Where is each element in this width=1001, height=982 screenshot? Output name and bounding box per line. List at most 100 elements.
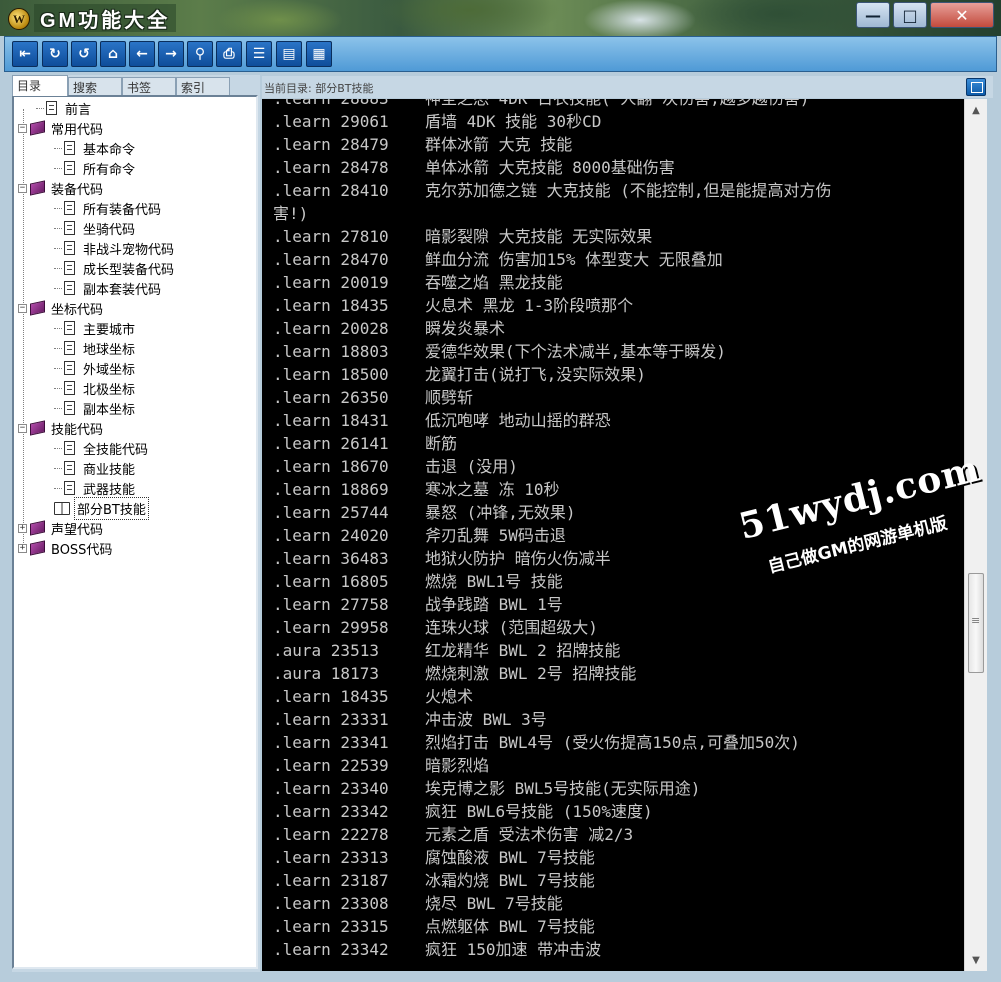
tree-branch-line — [54, 407, 62, 409]
tree-branch-line — [54, 347, 62, 349]
scroll-down-arrow-icon[interactable]: ▼ — [965, 951, 987, 969]
command-description: 斧刃乱舞 5W码击退 — [425, 526, 566, 545]
tree-item[interactable]: + 声望代码 — [18, 518, 105, 538]
tree-item-label: 前言 — [65, 102, 92, 118]
page-icon — [64, 441, 75, 455]
command-description: 吞噬之焰 黑龙技能 — [425, 273, 563, 292]
tree-item[interactable]: 北极坐标 — [54, 378, 137, 398]
contents-tree: 前言 − 常用代码基本命令 所有命令 − 装备代码 所有装备代码 坐骑代码 非战斗宠物代码 成长型… — [12, 95, 258, 969]
tree-item-label: 常用代码 — [51, 122, 104, 138]
tree-item[interactable]: 主要城市 — [54, 318, 137, 338]
tree-item[interactable]: 副本坐标 — [54, 398, 137, 418]
tree-item-label: 商业技能 — [83, 462, 136, 478]
command-description: 盾墙 4DK 技能 30秒CD — [425, 112, 602, 131]
tree-branch-line — [36, 107, 44, 109]
key-icon[interactable]: ⚲ — [187, 41, 213, 67]
tab-3[interactable]: 索引 — [176, 77, 230, 95]
book-icon — [30, 120, 45, 136]
tree-item[interactable]: 坐骑代码 — [54, 218, 137, 238]
refresh-icon[interactable]: ↻ — [42, 41, 68, 67]
command-description: 冲击波 BWL 3号 — [425, 710, 547, 729]
page-icon — [64, 161, 75, 175]
collapse-icon[interactable]: − — [18, 123, 27, 133]
content-line: .learn 23187 冰霜灼烧 BWL 7号技能 — [273, 869, 963, 892]
tree-item[interactable]: 商业技能 — [54, 458, 137, 478]
content-line: .learn 18431 低沉咆哮 地动山摇的群恐 — [273, 409, 963, 432]
content-line: .learn 26350 顺劈斩 — [273, 386, 963, 409]
tree-item[interactable]: 全技能代码 — [54, 438, 150, 458]
content-line: .learn 23308 烧尽 BWL 7号技能 — [273, 892, 963, 915]
command-description: 神圣之怒 4DK 日衣技能( 人翻 次伤害,越多越伤害) — [425, 99, 809, 108]
app-logo-icon: W — [8, 8, 30, 30]
tree-item[interactable]: + BOSS代码 — [18, 538, 114, 558]
tree-item[interactable]: 所有装备代码 — [54, 198, 163, 218]
reload-icon[interactable]: ↺ — [71, 41, 97, 67]
content-line: .aura 18173 燃烧刺激 BWL 2号 招牌技能 — [273, 662, 963, 685]
window-toggle-button[interactable] — [966, 78, 986, 96]
expand-icon[interactable]: + — [18, 523, 27, 533]
tree-item[interactable]: 成长型装备代码 — [54, 258, 176, 278]
tree-item[interactable]: 基本命令 — [54, 138, 137, 158]
command-description: 红龙精华 BWL 2 招牌技能 — [425, 641, 621, 660]
tree-item[interactable]: − 坐标代码 — [18, 298, 105, 318]
page-icon — [64, 141, 75, 155]
vertical-scrollbar[interactable]: ▲ ▼ — [964, 99, 987, 971]
nav-tabs: 目录 搜索 书签 索引 — [12, 75, 260, 96]
title-bar: W GM功能大全 — □ ✕ — [0, 0, 1001, 36]
tab-1[interactable]: 搜索 — [68, 77, 122, 95]
tree-item[interactable]: 非战斗宠物代码 — [54, 238, 176, 258]
collapse-icon[interactable]: − — [18, 183, 27, 193]
book-icon — [30, 180, 45, 196]
notes-icon[interactable]: ☰ — [246, 41, 272, 67]
command-code: .learn 27758 — [273, 595, 389, 614]
tree-item[interactable]: − 装备代码 — [18, 178, 105, 198]
command-description: 冰霜灼烧 BWL 7号技能 — [425, 871, 595, 890]
tree-item[interactable]: 地球坐标 — [54, 338, 137, 358]
command-code: .aura 18173 — [273, 664, 379, 683]
tree-item[interactable]: 所有命令 — [54, 158, 137, 178]
minimize-button[interactable]: — — [856, 2, 890, 28]
close-button[interactable]: ✕ — [930, 2, 994, 28]
tree-item[interactable]: 外域坐标 — [54, 358, 137, 378]
tree-item-label: 声望代码 — [51, 522, 104, 538]
page-icon — [64, 341, 75, 355]
back-arrow-icon[interactable]: ← — [129, 41, 155, 67]
command-description: 鲜血分流 伤害加15% 体型变大 无限叠加 — [425, 250, 723, 269]
tree-branch-line — [54, 247, 62, 249]
command-description: 寒冰之墓 冻 10秒 — [425, 480, 560, 499]
tree-item[interactable]: − 常用代码 — [18, 118, 105, 138]
command-code: .learn 23187 — [273, 871, 389, 890]
command-code: .learn 18803 — [273, 342, 389, 361]
collapse-icon[interactable]: − — [18, 423, 27, 433]
command-code: .learn 23331 — [273, 710, 389, 729]
command-description: 群体冰箭 大克 技能 — [425, 135, 573, 154]
tree-item[interactable]: 副本套装代码 — [54, 278, 163, 298]
command-description: 烧尽 BWL 7号技能 — [425, 894, 563, 913]
exit-icon[interactable]: ⇤ — [12, 41, 38, 67]
print-icon[interactable]: ⎙ — [216, 41, 242, 67]
page-icon — [64, 241, 75, 255]
tree-branch-line — [54, 387, 62, 389]
home-icon[interactable]: ⌂ — [100, 41, 126, 67]
content-line: .learn 29958 连珠火球 (范围超级大) — [273, 616, 963, 639]
forward-arrow-icon[interactable]: → — [158, 41, 184, 67]
command-description: 击退 (没用) — [425, 457, 518, 476]
expand-icon[interactable]: + — [18, 543, 27, 553]
tree-item[interactable]: − 技能代码 — [18, 418, 105, 438]
tree-branch-line — [54, 207, 62, 209]
command-code: .learn 26141 — [273, 434, 389, 453]
tree-item[interactable]: 武器技能 — [54, 478, 137, 498]
maximize-button[interactable]: □ — [893, 2, 927, 28]
command-code: .learn 22278 — [273, 825, 389, 844]
document-icon[interactable]: ▦ — [306, 41, 332, 67]
tree-item-label: 基本命令 — [83, 142, 136, 158]
tab-0[interactable]: 目录 — [12, 75, 68, 96]
collapse-icon[interactable]: − — [18, 303, 27, 313]
tab-2[interactable]: 书签 — [122, 77, 176, 95]
command-description: 火熄术 — [425, 687, 474, 706]
options-icon[interactable]: ▤ — [276, 41, 302, 67]
tree-item[interactable]: 前言 — [36, 98, 93, 118]
scroll-thumb[interactable] — [968, 573, 984, 673]
tree-item[interactable]: 部分BT技能 — [54, 496, 149, 520]
scroll-up-arrow-icon[interactable]: ▲ — [965, 101, 987, 119]
